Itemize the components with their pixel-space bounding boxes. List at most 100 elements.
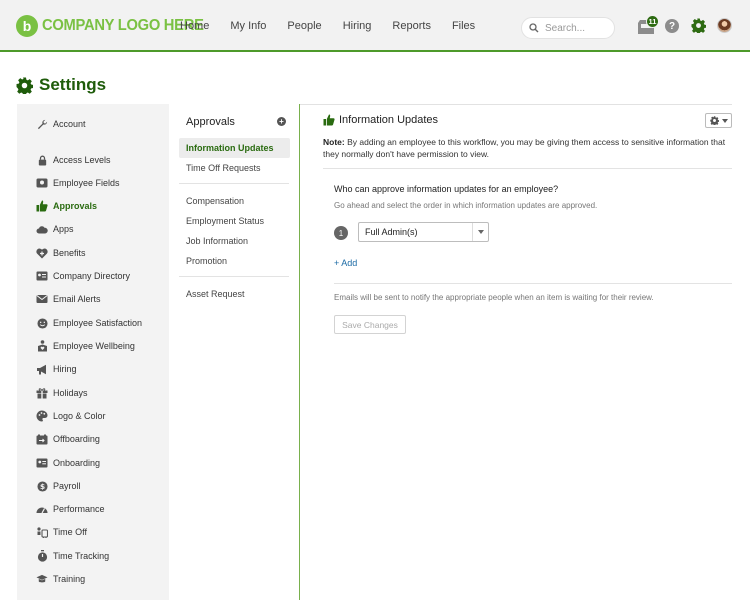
user-avatar[interactable] — [717, 18, 732, 33]
sidebar-item-label: Hiring — [53, 364, 77, 374]
sidebar-item-label: Time Off — [53, 527, 88, 537]
megaphone-icon — [36, 363, 48, 375]
save-changes-button[interactable]: Save Changes — [334, 315, 406, 334]
sidebar-item-benefits[interactable]: Benefits — [36, 245, 86, 261]
divider — [179, 276, 289, 277]
sidebar-item-approvals[interactable]: Approvals — [36, 198, 97, 214]
wrench-icon — [36, 118, 48, 130]
sidebar-item-label: Email Alerts — [53, 294, 101, 304]
search-input[interactable] — [545, 22, 609, 34]
sidebar-item-label: Logo & Color — [53, 411, 106, 421]
sidebar-item-label: Employee Wellbeing — [53, 341, 135, 351]
chevron-down-icon — [721, 118, 728, 123]
approval-item-job-information[interactable]: Job Information — [186, 236, 248, 246]
gift-icon — [36, 387, 48, 399]
approvals-column: Approvals + Information Updates Time Off… — [169, 104, 300, 600]
dollar-icon: $ — [36, 480, 48, 492]
sidebar-item-hiring[interactable]: Hiring — [36, 361, 77, 377]
cloud-icon — [36, 223, 48, 235]
note-text: By adding an employee to this workflow, … — [323, 137, 726, 159]
sidebar-item-label: Approvals — [53, 201, 98, 211]
divider — [334, 283, 732, 284]
settings-gear-icon — [16, 77, 33, 94]
lock-icon — [36, 154, 48, 166]
settings-sidebar: Account Access Levels Employee Fields Ap… — [17, 104, 169, 600]
directory-icon — [36, 270, 48, 282]
sidebar-item-training[interactable]: Training — [36, 571, 85, 587]
sidebar-item-company-directory[interactable]: Company Directory — [36, 268, 130, 284]
sidebar-item-access-levels[interactable]: Access Levels — [36, 152, 111, 168]
sidebar-item-label: Account — [53, 119, 86, 129]
approval-item-asset-request[interactable]: Asset Request — [186, 289, 245, 299]
sidebar-item-account[interactable]: Account — [36, 116, 86, 132]
inbox-count-badge: 11 — [646, 15, 659, 28]
id-card-icon — [36, 177, 48, 189]
approval-item-promotion[interactable]: Promotion — [186, 256, 227, 266]
thumbs-up-icon — [323, 114, 335, 126]
approver-select-value: Full Admin(s) — [365, 227, 418, 237]
section-title: Information Updates — [339, 114, 439, 126]
sidebar-item-logo-color[interactable]: Logo & Color — [36, 408, 106, 424]
divider — [179, 183, 289, 184]
thumbs-up-icon — [36, 200, 48, 212]
nav-home[interactable]: Home — [180, 20, 209, 32]
add-approver-link[interactable]: + Add — [334, 258, 357, 268]
sidebar-item-label: Employee Fields — [53, 178, 120, 188]
sidebar-item-employee-fields[interactable]: Employee Fields — [36, 175, 120, 191]
settings-gear-icon[interactable] — [691, 18, 706, 33]
sidebar-item-apps[interactable]: Apps — [36, 221, 74, 237]
sidebar-item-label: Onboarding — [53, 458, 101, 468]
gear-icon — [709, 116, 719, 125]
sidebar-item-offboarding[interactable]: Offboarding — [36, 431, 100, 447]
sidebar-item-employee-satisfaction[interactable]: Employee Satisfaction — [36, 315, 142, 331]
search-box[interactable] — [521, 17, 615, 39]
sidebar-item-time-tracking[interactable]: Time Tracking — [36, 548, 109, 564]
sidebar-item-label: Offboarding — [53, 434, 100, 444]
divider — [300, 104, 732, 105]
stopwatch-icon — [36, 550, 48, 562]
sidebar-item-email-alerts[interactable]: Email Alerts — [36, 291, 101, 307]
nav-people[interactable]: People — [287, 20, 321, 32]
workflow-note: Note: By adding an employee to this work… — [323, 136, 733, 160]
approval-item-employment-status[interactable]: Employment Status — [186, 216, 264, 226]
sidebar-item-label: Performance — [53, 504, 105, 514]
sidebar-item-employee-wellbeing[interactable]: Employee Wellbeing — [36, 338, 135, 354]
sidebar-item-label: Access Levels — [53, 155, 111, 165]
approval-item-information-updates[interactable]: Information Updates — [179, 138, 290, 158]
nav-reports[interactable]: Reports — [392, 20, 431, 32]
sidebar-item-time-off[interactable]: Time Off — [36, 524, 87, 540]
sidebar-item-label: Company Directory — [53, 271, 131, 281]
chevron-down-icon — [472, 223, 488, 241]
approver-step-number: 1 — [334, 226, 348, 240]
nav-files[interactable]: Files — [452, 20, 475, 32]
logo-mark-icon: b — [16, 15, 38, 37]
approver-question: Who can approve information updates for … — [334, 184, 559, 194]
nav-hiring[interactable]: Hiring — [343, 20, 372, 32]
approvals-title: Approvals — [186, 116, 235, 128]
page-title-text: Settings — [39, 75, 107, 94]
sidebar-item-label: Apps — [53, 224, 74, 234]
graduation-cap-icon — [36, 573, 48, 585]
sidebar-item-payroll[interactable]: $ Payroll — [36, 478, 81, 494]
sidebar-item-label: Time Tracking — [53, 551, 110, 561]
smiley-icon — [36, 317, 48, 329]
heart-plus-icon — [36, 247, 48, 259]
palette-icon — [36, 410, 48, 422]
add-approval-icon[interactable]: + — [277, 117, 286, 126]
settings-dropdown-button[interactable] — [705, 113, 732, 128]
sidebar-item-performance[interactable]: Performance — [36, 501, 105, 517]
sidebar-item-holidays[interactable]: Holidays — [36, 385, 88, 401]
approval-item-compensation[interactable]: Compensation — [186, 196, 244, 206]
sidebar-item-label: Training — [53, 574, 86, 584]
approval-item-time-off-requests[interactable]: Time Off Requests — [186, 163, 261, 173]
sidebar-item-label: Holidays — [53, 388, 88, 398]
help-icon[interactable]: ? — [665, 19, 679, 33]
nav-my-info[interactable]: My Info — [230, 20, 266, 32]
top-bar: b COMPANY LOGO HERE Home My Info People … — [0, 0, 750, 52]
exit-icon — [36, 433, 48, 445]
main-nav: Home My Info People Hiring Reports Files — [180, 20, 496, 32]
plane-icon — [36, 526, 48, 538]
svg-text:$: $ — [39, 482, 44, 491]
sidebar-item-onboarding[interactable]: Onboarding — [36, 455, 100, 471]
approver-select[interactable]: Full Admin(s) — [358, 222, 489, 242]
